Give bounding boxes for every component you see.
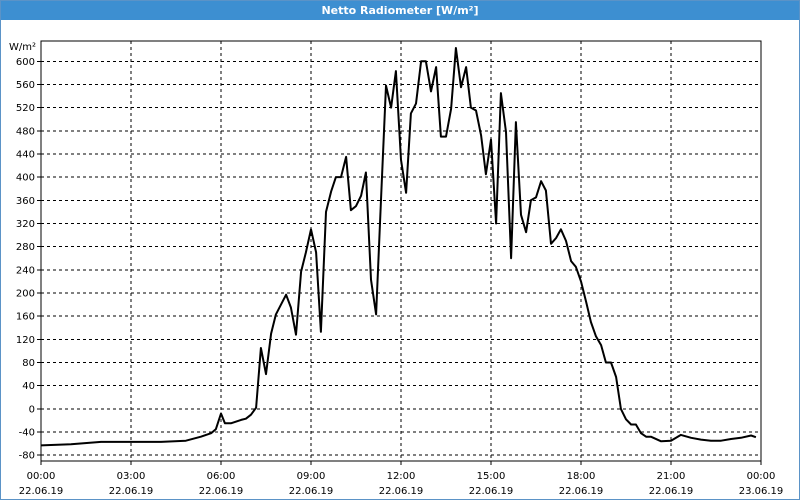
x-tick-date: 22.06.19: [289, 486, 334, 497]
x-tick-date: 22.06.19: [379, 486, 424, 497]
y-tick-label: 520: [16, 103, 35, 114]
x-tick-date: 22.06.19: [109, 486, 154, 497]
y-tick-label: 120: [16, 335, 35, 346]
x-tick-time: 09:00: [297, 471, 326, 482]
x-tick-time: 15:00: [477, 471, 506, 482]
x-tick-date: 22.06.19: [649, 486, 694, 497]
y-tick-label: 80: [22, 358, 35, 369]
chart-plot: 6005605204804404003603202802402001601208…: [9, 40, 784, 497]
chart-window: Netto Radiometer [W/m²] 600 560 520 480 440 4…: [0, 0, 800, 500]
x-tick-time: 00:00: [27, 471, 56, 482]
x-tick-date: 22.06.19: [559, 486, 604, 497]
y-tick-label: 40: [22, 381, 35, 392]
y-tick-label: -40: [19, 428, 35, 439]
x-tick-date: 22.06.19: [19, 486, 64, 497]
x-tick-time: 18:00: [567, 471, 596, 482]
y-tick-label: 0: [29, 404, 35, 415]
window-title: Netto Radiometer [W/m²]: [1, 1, 799, 20]
x-tick-date: 22.06.19: [469, 486, 514, 497]
y-tick-label: 400: [16, 173, 35, 184]
x-tick-time: 03:00: [117, 471, 146, 482]
y-tick-label: 200: [16, 289, 35, 300]
x-tick-date: 23.06.19: [739, 486, 784, 497]
y-tick-label: 320: [16, 219, 35, 230]
x-tick-time: 06:00: [207, 471, 236, 482]
y-tick-label: 360: [16, 196, 35, 207]
y-tick-label: 560: [16, 80, 35, 91]
y-tick-label: 160: [16, 312, 35, 323]
x-tick-time: 00:00: [747, 471, 776, 482]
y-tick-label: 280: [16, 242, 35, 253]
y-tick-label: 600: [16, 57, 35, 68]
y-tick-label: 440: [16, 149, 35, 160]
y-tick-label: -80: [19, 451, 35, 462]
x-tick-date: 22.06.19: [199, 486, 244, 497]
y-tick-label: 240: [16, 265, 35, 276]
x-tick-time: 21:00: [657, 471, 686, 482]
x-tick-time: 12:00: [387, 471, 416, 482]
y-tick-label: 480: [16, 126, 35, 137]
y-axis-unit: W/m²: [9, 42, 36, 53]
